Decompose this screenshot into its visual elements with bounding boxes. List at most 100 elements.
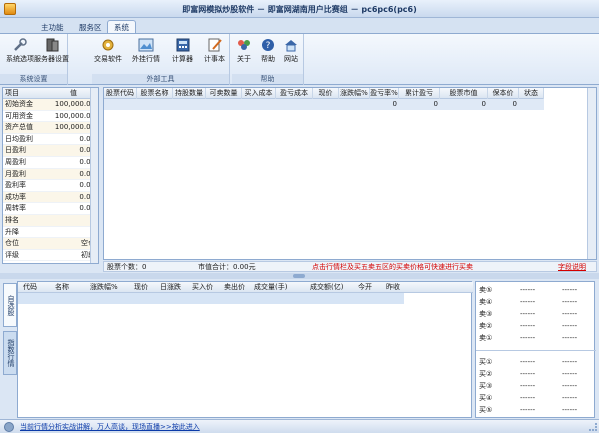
account-row[interactable]: 初始资金 100,000.00: [3, 99, 98, 111]
sell-level-volume: ------: [562, 310, 578, 318]
server-settings-button[interactable]: 服务器设置: [34, 38, 69, 64]
buy-level-price[interactable]: ------: [520, 369, 535, 380]
mcol-open[interactable]: 今开: [358, 282, 372, 293]
help-button[interactable]: ? 帮助: [260, 38, 276, 64]
tab-main-functions[interactable]: 主功能: [34, 20, 71, 33]
mcol-price[interactable]: 现价: [134, 282, 148, 293]
tab-index-quotes[interactable]: 指数行情: [3, 331, 17, 375]
panel-splitter[interactable]: [0, 273, 599, 279]
account-scrollbar[interactable]: [90, 88, 98, 263]
account-row[interactable]: 日盈利 0.00: [3, 145, 98, 157]
sell-level-row[interactable]: 卖② ------ ------: [476, 321, 596, 332]
ribbon-group-help: 关于 ? 帮助 网站 帮助: [232, 34, 304, 85]
sell-level-price[interactable]: ------: [520, 309, 535, 320]
sell-level-price[interactable]: ------: [520, 321, 535, 332]
mcol-turnover[interactable]: 成交额(亿): [310, 282, 343, 293]
mcol-name[interactable]: 名称: [55, 282, 69, 293]
account-row[interactable]: 可用资金 100,000.00: [3, 111, 98, 123]
mcol-ask[interactable]: 卖出价: [224, 282, 245, 293]
buy-level-row[interactable]: 买② ------ ------: [476, 369, 596, 380]
tab-system[interactable]: 系统: [107, 20, 136, 33]
col-sellable-qty[interactable]: 可卖数量: [206, 88, 242, 99]
account-row[interactable]: 升降0: [3, 227, 98, 239]
sell-level-row[interactable]: 卖⑤ ------ ------: [476, 285, 596, 296]
account-row[interactable]: 资产总值 100,000.00: [3, 122, 98, 134]
col-pl-rate[interactable]: 盈亏率%: [370, 88, 399, 99]
notepad-button[interactable]: 计事本: [204, 38, 225, 64]
sell-level-volume: ------: [562, 298, 578, 306]
buy-level-price[interactable]: ------: [520, 405, 535, 416]
market-value-total: 市值合计：0.00元: [198, 263, 256, 271]
tab-watchlist[interactable]: 自选股: [3, 283, 17, 327]
sell-level-price[interactable]: ------: [520, 333, 535, 344]
field-help-link[interactable]: 字段说明: [558, 262, 586, 272]
holdings-scrollbar[interactable]: [587, 88, 596, 259]
system-options-button[interactable]: 系统选项: [6, 38, 34, 64]
calculator-button[interactable]: 计算器: [172, 38, 193, 64]
account-row-label: 资产总值: [5, 123, 33, 132]
col-pl-cost[interactable]: 盈亏成本: [276, 88, 313, 99]
sell-level-volume: ------: [562, 334, 578, 342]
external-quotes-button[interactable]: 外挂行情: [132, 38, 160, 64]
buy-level-row[interactable]: 买④ ------ ------: [476, 393, 596, 404]
col-hold-qty[interactable]: 持股数量: [173, 88, 206, 99]
mcol-change-pct[interactable]: 涨跌幅%: [90, 282, 118, 293]
notepad-label: 计事本: [204, 55, 225, 63]
col-buy-cost[interactable]: 买入成本: [242, 88, 276, 99]
account-row[interactable]: 盈利率 0.00: [3, 180, 98, 192]
buy-level-volume: ------: [562, 382, 578, 390]
help-icon: ?: [262, 39, 274, 51]
buy-level-volume: ------: [562, 406, 578, 414]
col-status[interactable]: 状态: [519, 88, 544, 99]
account-row[interactable]: 周转率 0.00: [3, 203, 98, 215]
buy-level-row[interactable]: 买① ------ ------: [476, 357, 596, 368]
sell-level-label: 卖③: [479, 310, 493, 318]
col-breakeven[interactable]: 保本价: [488, 88, 519, 99]
sell-level-row[interactable]: 卖④ ------ ------: [476, 297, 596, 308]
trading-software-button[interactable]: 交易软件: [94, 38, 122, 64]
account-row[interactable]: 仓位 空仓: [3, 238, 98, 250]
account-row[interactable]: 排名0: [3, 214, 98, 227]
resize-grip-icon[interactable]: [589, 423, 597, 431]
col-stock-name[interactable]: 股票名称: [137, 88, 173, 99]
account-header: 项目 值: [3, 88, 98, 99]
mcol-bid[interactable]: 买入价: [192, 282, 213, 293]
sell-level-price[interactable]: ------: [520, 285, 535, 296]
mcol-daily-change[interactable]: 日涨跌: [160, 282, 181, 293]
mcol-code[interactable]: 代码: [23, 282, 37, 293]
buy-level-price[interactable]: ------: [520, 393, 535, 404]
market-selected-row[interactable]: [18, 293, 404, 304]
tab-service-area[interactable]: 服务区: [72, 20, 109, 33]
about-button[interactable]: 关于: [236, 38, 252, 64]
stock-count: 股票个数：0: [107, 263, 147, 271]
sell-level-row[interactable]: 卖③ ------ ------: [476, 309, 596, 320]
sell-level-price[interactable]: ------: [520, 297, 535, 308]
col-price[interactable]: 现价: [313, 88, 339, 99]
account-row[interactable]: 评级 初段: [3, 250, 98, 262]
sell-level-row[interactable]: 卖① ------ ------: [476, 333, 596, 344]
summary-breakeven: 0: [512, 100, 517, 108]
system-options-label: 系统选项: [6, 55, 34, 63]
account-row[interactable]: 周盈利 0.00: [3, 157, 98, 169]
account-header-item: 项目: [5, 89, 19, 97]
buy-level-row[interactable]: 买⑤ ------ ------: [476, 405, 596, 416]
col-market-value[interactable]: 股票市值: [440, 88, 488, 99]
mcol-prev-close[interactable]: 昨收: [386, 282, 400, 293]
website-button[interactable]: 网站: [283, 38, 299, 64]
mcol-volume[interactable]: 成交量(手): [254, 282, 287, 293]
buy-level-label: 买②: [479, 370, 493, 378]
col-cumulative-pl[interactable]: 累计盈亏: [399, 88, 440, 99]
svg-text:?: ?: [266, 41, 271, 51]
splitter-grip-icon[interactable]: [293, 274, 305, 278]
buy-level-price[interactable]: ------: [520, 381, 535, 392]
account-row[interactable]: 月盈利 0.00: [3, 168, 98, 181]
account-row[interactable]: 成功率 0.00: [3, 191, 98, 204]
buy-level-price[interactable]: ------: [520, 357, 535, 368]
account-row[interactable]: 日均盈利 0.00: [3, 134, 98, 146]
buy-level-volume: ------: [562, 394, 578, 402]
col-change-pct[interactable]: 涨跌幅%: [339, 88, 370, 99]
buy-level-row[interactable]: 买③ ------ ------: [476, 381, 596, 392]
col-stock-code[interactable]: 股票代码: [104, 88, 137, 99]
group-label-external-tools: 外部工具: [92, 74, 229, 84]
live-analysis-link[interactable]: 当前行情分析实战讲解，万人高谈，现场直播>>按此进入: [20, 422, 200, 432]
